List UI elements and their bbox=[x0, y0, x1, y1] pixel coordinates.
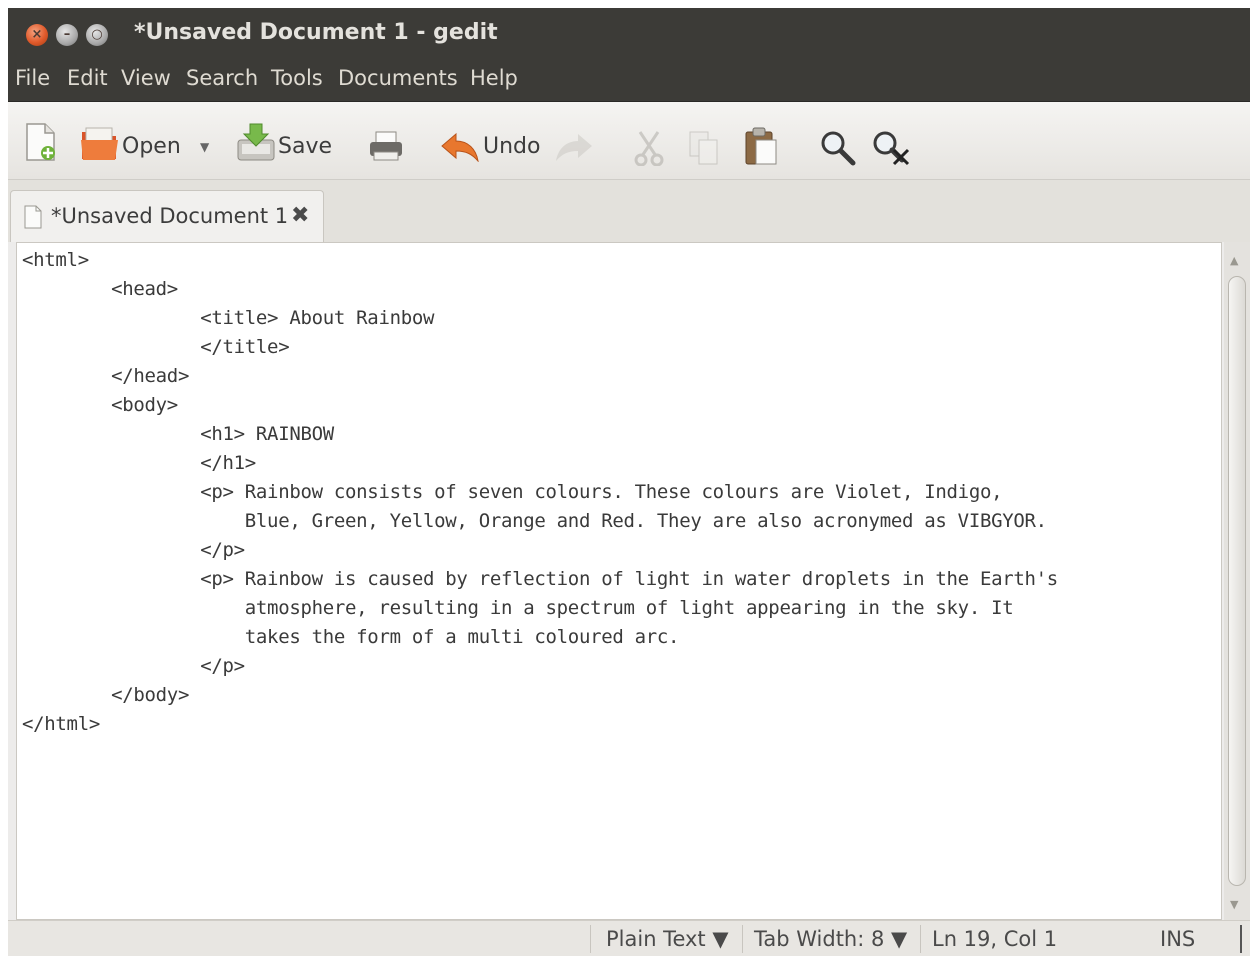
open-folder-icon[interactable] bbox=[80, 126, 120, 162]
menu-documents[interactable]: Documents bbox=[338, 66, 458, 90]
minimize-icon: – bbox=[63, 27, 71, 42]
resize-grip[interactable] bbox=[1240, 925, 1244, 953]
paste-icon[interactable] bbox=[744, 126, 778, 166]
code-line-4: </title> bbox=[22, 336, 290, 358]
copy-icon[interactable] bbox=[688, 130, 720, 166]
status-bar: Plain Text ▼ Tab Width: 8 ▼ Ln 19, Col 1… bbox=[8, 920, 1250, 956]
code-line-5: </head> bbox=[22, 365, 190, 387]
gedit-window: × – ○ *Unsaved Document 1 - gedit File E… bbox=[8, 8, 1250, 956]
title-bar: × – ○ *Unsaved Document 1 - gedit bbox=[8, 8, 1250, 58]
new-document-icon[interactable] bbox=[24, 122, 58, 162]
open-button-label[interactable]: Open bbox=[122, 134, 181, 159]
status-separator bbox=[920, 925, 921, 953]
open-dropdown-icon[interactable]: ▼ bbox=[200, 140, 209, 154]
document-icon bbox=[24, 205, 42, 229]
text-editor[interactable]: <html> <head> <title> About Rainbow </ti… bbox=[16, 242, 1222, 920]
tab-close-icon[interactable]: ✖ bbox=[291, 203, 309, 228]
find-replace-icon[interactable] bbox=[872, 130, 912, 168]
code-line-8: </h1> bbox=[22, 452, 256, 474]
cursor-position: Ln 19, Col 1 bbox=[932, 927, 1058, 951]
code-line-3: <title> About Rainbow bbox=[22, 307, 435, 329]
code-line-9: <p> Rainbow consists of seven colours. T… bbox=[22, 481, 1003, 503]
menu-file[interactable]: File bbox=[15, 66, 50, 90]
maximize-icon: ○ bbox=[91, 27, 103, 42]
code-line-6: <body> bbox=[22, 394, 178, 416]
code-line-7: <h1> RAINBOW bbox=[22, 423, 334, 445]
undo-icon[interactable] bbox=[440, 132, 480, 162]
save-icon[interactable] bbox=[236, 122, 276, 162]
window-maximize-button[interactable]: ○ bbox=[86, 24, 108, 46]
close-icon: × bbox=[31, 27, 43, 42]
menu-search[interactable]: Search bbox=[186, 66, 258, 90]
code-line-10: Blue, Green, Yellow, Orange and Red. The… bbox=[22, 510, 1047, 532]
search-icon[interactable] bbox=[820, 130, 856, 166]
code-line-17: </html> bbox=[22, 713, 100, 735]
scroll-down-icon[interactable]: ▼ bbox=[1230, 898, 1238, 911]
tab-width-selector[interactable]: Tab Width: 8 ▼ bbox=[754, 927, 907, 951]
status-separator bbox=[742, 925, 743, 953]
toolbar: Open ▼ Save Undo bbox=[8, 102, 1250, 180]
code-line-13: atmosphere, resulting in a spectrum of l… bbox=[22, 597, 1014, 619]
code-line-2: <head> bbox=[22, 278, 178, 300]
vertical-scrollbar[interactable]: ▲ ▼ bbox=[1224, 242, 1250, 920]
window-minimize-button[interactable]: – bbox=[56, 24, 78, 46]
window-close-button[interactable]: × bbox=[26, 24, 48, 46]
menu-help[interactable]: Help bbox=[470, 66, 518, 90]
language-selector[interactable]: Plain Text ▼ bbox=[606, 927, 728, 951]
menu-tools[interactable]: Tools bbox=[271, 66, 323, 90]
code-line-14: takes the form of a multi coloured arc. bbox=[22, 626, 680, 648]
menu-edit[interactable]: Edit bbox=[67, 66, 108, 90]
print-icon[interactable] bbox=[368, 130, 404, 162]
undo-button-label[interactable]: Undo bbox=[483, 134, 540, 159]
scroll-up-icon[interactable]: ▲ bbox=[1230, 254, 1238, 267]
redo-icon[interactable] bbox=[556, 132, 594, 162]
tab-document[interactable]: *Unsaved Document 1 ✖ bbox=[10, 190, 324, 242]
status-separator bbox=[590, 925, 591, 953]
cut-icon[interactable] bbox=[634, 130, 664, 166]
code-line-11: </p> bbox=[22, 539, 245, 561]
code-line-1: <html> bbox=[22, 249, 89, 271]
window-title: *Unsaved Document 1 - gedit bbox=[134, 20, 498, 45]
menu-bar: File Edit View Search Tools Documents He… bbox=[8, 58, 1250, 102]
tab-bar: *Unsaved Document 1 ✖ bbox=[8, 180, 1250, 242]
scrollbar-thumb[interactable] bbox=[1228, 276, 1246, 886]
insert-mode: INS bbox=[1160, 927, 1196, 951]
tab-label: *Unsaved Document 1 bbox=[51, 204, 289, 228]
code-line-15: </p> bbox=[22, 655, 245, 677]
code-line-16: </body> bbox=[22, 684, 190, 706]
menu-view[interactable]: View bbox=[121, 66, 171, 90]
code-line-12: <p> Rainbow is caused by reflection of l… bbox=[22, 568, 1058, 590]
save-button-label[interactable]: Save bbox=[278, 134, 332, 159]
